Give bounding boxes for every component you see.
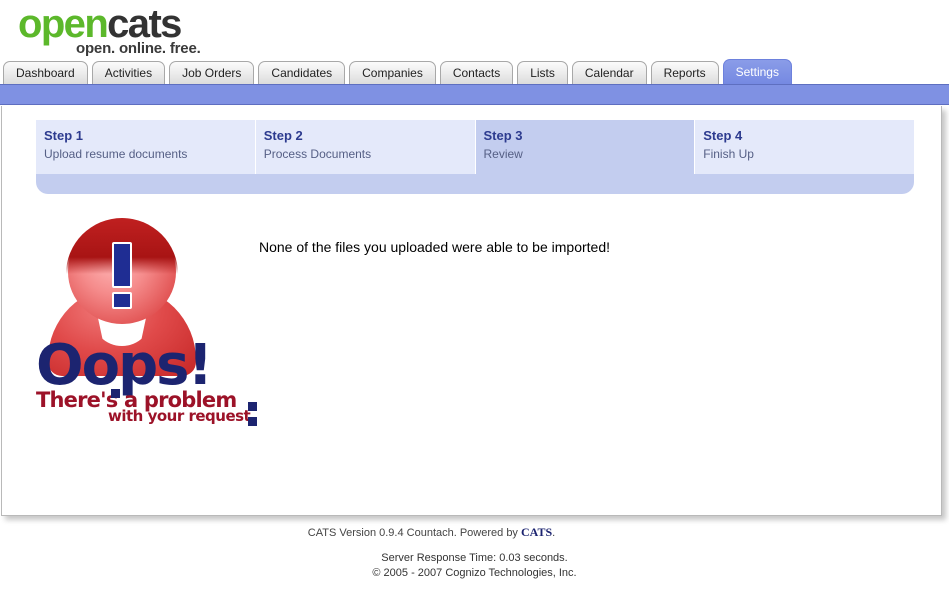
- tab-settings[interactable]: Settings: [722, 59, 792, 84]
- wizard-step-subtitle: Review: [483, 147, 523, 161]
- wizard-step-subtitle: Process Documents: [263, 147, 372, 161]
- tab-candidates[interactable]: Candidates: [258, 61, 346, 84]
- tab-contacts[interactable]: Contacts: [439, 61, 514, 84]
- wizard-step-2: Step 2 Process Documents: [255, 120, 476, 174]
- app-logo[interactable]: opencats open. online. free.: [18, 4, 201, 56]
- wizard-step-3: Step 3 Review: [475, 120, 696, 174]
- error-square-accent: [111, 389, 120, 398]
- logo-tagline: open. online. free.: [76, 40, 201, 57]
- tab-reports[interactable]: Reports: [650, 61, 719, 84]
- error-square-accent: [248, 402, 257, 411]
- wizard-step-1: Step 1 Upload resume documents: [36, 120, 256, 174]
- wizard-step-4: Step 4 Finish Up: [695, 120, 914, 174]
- wizard-step-subtitle: Upload resume documents: [44, 147, 188, 161]
- wizard-footer-bar: [36, 174, 914, 194]
- page-footer: CATS Version 0.9.4 Countach. Powered by …: [0, 524, 949, 581]
- content-panel: Step 1 Upload resume documents Step 2 Proce…: [1, 106, 942, 516]
- tab-job-orders[interactable]: Job Orders: [169, 61, 255, 84]
- wizard-step-title: Step 1: [44, 128, 84, 143]
- tab-companies[interactable]: Companies: [349, 61, 436, 84]
- error-subline-2: with your request: [108, 407, 251, 425]
- exclamation-dot-shape: [112, 292, 132, 309]
- exclamation-bar-shape: [112, 242, 132, 288]
- error-person-exclamation-icon: Oops! There's a problem with your reques…: [32, 218, 267, 433]
- footer-version-line: CATS Version 0.9.4 Countach. Powered by …: [0, 524, 949, 541]
- footer-version-text: CATS Version 0.9.4 Countach. Powered by: [307, 527, 521, 539]
- error-square-accent: [248, 417, 257, 426]
- wizard-step-subtitle: Finish Up: [703, 147, 754, 161]
- tab-lists[interactable]: Lists: [517, 61, 568, 84]
- wizard-step-title: Step 3: [483, 128, 523, 143]
- footer-copyright: © 2005 - 2007 Cognizo Technologies, Inc.: [372, 567, 577, 579]
- wizard-step-title: Step 4: [703, 128, 743, 143]
- error-headline: Oops!: [36, 333, 213, 398]
- import-wizard: Step 1 Upload resume documents Step 2 Proce…: [36, 120, 914, 194]
- sub-navigation-bar: [0, 84, 949, 105]
- wizard-step-title: Step 2: [263, 128, 303, 143]
- wizard-step-list: Step 1 Upload resume documents Step 2 Proce…: [36, 120, 914, 174]
- tab-calendar[interactable]: Calendar: [571, 61, 647, 84]
- footer-version-suffix: .: [552, 527, 556, 539]
- footer-cats-brand[interactable]: CATS: [521, 525, 552, 539]
- import-result-message: None of the files you uploaded were able…: [259, 239, 611, 255]
- tab-activities[interactable]: Activities: [91, 61, 166, 84]
- tab-dashboard[interactable]: Dashboard: [3, 61, 88, 84]
- main-tab-bar: Dashboard Activities Job Orders Candidates C…: [0, 59, 949, 84]
- footer-response-time: Server Response Time: 0.03 seconds.: [381, 552, 568, 564]
- logo-wordmark: opencats: [18, 4, 201, 44]
